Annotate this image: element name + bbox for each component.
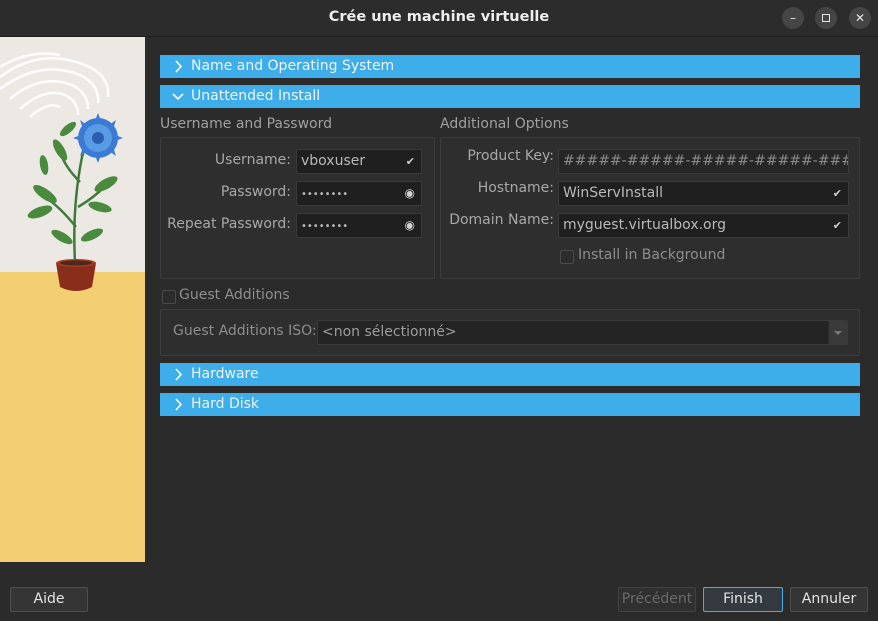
dropdown-arrow-button[interactable] — [828, 321, 847, 344]
check-icon: ✔ — [405, 155, 415, 168]
domain-name-value: myguest.virtualbox.org — [563, 217, 727, 233]
repeat-password-field[interactable]: •••••••• ◉ — [296, 213, 422, 238]
eye-icon[interactable]: ◉ — [405, 214, 415, 237]
maximize-icon — [822, 13, 830, 22]
password-value: •••••••• — [301, 189, 349, 200]
chevron-down-icon — [834, 331, 842, 335]
minimize-button[interactable]: – — [782, 7, 804, 29]
chevron-right-icon — [175, 368, 183, 381]
guest-additions-iso-value: <non sélectionné> — [322, 324, 457, 340]
hostname-label: Hostname: — [477, 180, 554, 196]
repeat-password-label: Repeat Password: — [167, 216, 291, 232]
hostname-value: WinServInstall — [563, 185, 663, 201]
section-hardware[interactable]: Hardware — [160, 363, 860, 386]
wizard-content: Name and Operating System Unattended Ins… — [145, 37, 878, 577]
section-unattended-install[interactable]: Unattended Install — [160, 85, 860, 108]
install-in-background-checkbox[interactable] — [560, 250, 574, 264]
check-icon: ✔ — [832, 187, 842, 200]
section-name-and-os[interactable]: Name and Operating System — [160, 55, 860, 78]
previous-button[interactable]: Précédent — [618, 587, 696, 612]
chevron-right-icon — [175, 60, 183, 73]
credentials-group-title: Username and Password — [160, 116, 332, 132]
credentials-frame: Username: vboxuser ✔ Password: •••••••• … — [160, 137, 435, 279]
wizard-footer: Aide Précédent Finish Annuler — [0, 577, 878, 621]
guest-additions-label: Guest Additions — [179, 287, 290, 303]
chevron-down-icon — [172, 93, 184, 101]
install-in-background-label: Install in Background — [578, 247, 726, 263]
username-label: Username: — [214, 152, 291, 168]
section-label: Hardware — [191, 366, 259, 382]
title-bar: Crée une machine virtuelle – ✕ — [0, 0, 878, 37]
repeat-password-value: •••••••• — [301, 221, 349, 232]
eye-icon[interactable]: ◉ — [405, 182, 415, 205]
domain-name-label: Domain Name: — [449, 212, 554, 228]
product-key-value: #####-#####-#####-#####-##### — [563, 153, 849, 169]
password-label: Password: — [220, 184, 291, 200]
chevron-right-icon — [175, 398, 183, 411]
product-key-label: Product Key: — [467, 148, 554, 164]
product-key-field[interactable]: #####-#####-#####-#####-##### — [558, 149, 849, 174]
window-title: Crée une machine virtuelle — [328, 9, 550, 25]
username-field[interactable]: vboxuser ✔ — [296, 149, 422, 174]
guest-additions-checkbox[interactable] — [162, 290, 176, 304]
finish-button[interactable]: Finish — [703, 587, 783, 612]
wizard-illustration — [0, 37, 145, 562]
guest-additions-iso-label: Guest Additions ISO: — [173, 323, 317, 339]
guest-additions-iso-select[interactable]: <non sélectionné> — [317, 320, 848, 345]
section-label: Hard Disk — [191, 396, 260, 412]
username-value: vboxuser — [301, 153, 366, 169]
maximize-button[interactable] — [815, 7, 837, 29]
cancel-button[interactable]: Annuler — [790, 587, 868, 612]
section-label: Name and Operating System — [191, 58, 395, 74]
domain-name-field[interactable]: myguest.virtualbox.org ✔ — [558, 213, 849, 238]
check-icon: ✔ — [832, 219, 842, 232]
additional-options-frame: Product Key: #####-#####-#####-#####-###… — [440, 137, 860, 279]
guest-additions-frame: Guest Additions ISO: <non sélectionné> — [160, 309, 860, 356]
minimize-icon: – — [790, 11, 796, 25]
flower-pot-illustration — [0, 37, 145, 562]
section-hard-disk[interactable]: Hard Disk — [160, 393, 860, 416]
password-field[interactable]: •••••••• ◉ — [296, 181, 422, 206]
section-label: Unattended Install — [191, 88, 321, 104]
hostname-field[interactable]: WinServInstall ✔ — [558, 181, 849, 206]
close-icon: ✕ — [854, 11, 866, 25]
additional-options-title: Additional Options — [440, 116, 569, 132]
close-button[interactable]: ✕ — [849, 7, 871, 29]
help-button[interactable]: Aide — [10, 587, 88, 612]
